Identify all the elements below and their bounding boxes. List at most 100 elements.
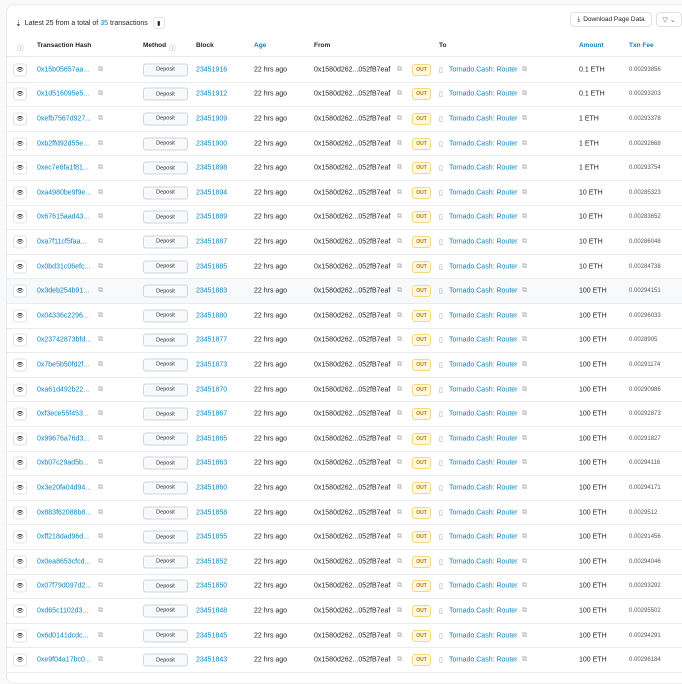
copy-icon[interactable]: ⧉ [397, 66, 402, 74]
to-address-link[interactable]: Tornado.Cash: Router [449, 263, 517, 270]
tx-hash-link[interactable]: 0x07f79d097d2... [37, 583, 91, 590]
sort-icon[interactable]: ⇣ [15, 19, 22, 28]
block-link[interactable]: 23451852 [196, 558, 227, 565]
block-link[interactable]: 23451860 [196, 484, 227, 491]
copy-icon[interactable]: ⧉ [98, 656, 103, 664]
block-link[interactable]: 23451855 [196, 534, 227, 541]
tx-hash-link[interactable]: 0xff218dad96d... [37, 534, 89, 541]
copy-icon[interactable]: ⧉ [98, 336, 103, 344]
tx-hash-link[interactable]: 0x0ea8653cfcd... [37, 558, 90, 565]
block-link[interactable]: 23451873 [196, 361, 227, 368]
tx-hash-link[interactable]: 0x99676a76d3... [37, 435, 89, 442]
copy-icon[interactable]: ⧉ [98, 558, 103, 566]
block-link[interactable]: 23451900 [196, 140, 227, 147]
block-link[interactable]: 23451880 [196, 312, 227, 319]
copy-icon[interactable]: ⧉ [397, 582, 402, 590]
block-link[interactable]: 23451883 [196, 288, 227, 295]
tx-hash-link[interactable]: 0x883f62088b8... [37, 509, 91, 516]
copy-icon[interactable]: ⧉ [98, 607, 103, 615]
copy-icon[interactable]: ⧉ [397, 632, 402, 640]
block-link[interactable]: 23451865 [196, 435, 227, 442]
eye-icon[interactable]: 👁 [13, 260, 27, 274]
copy-icon[interactable]: ⧉ [397, 263, 402, 271]
to-address-link[interactable]: Tornado.Cash: Router [449, 214, 517, 221]
copy-icon[interactable]: ⧉ [397, 238, 402, 246]
copy-icon[interactable]: ⧉ [522, 484, 527, 492]
copy-icon[interactable]: ⧉ [397, 386, 402, 394]
tx-hash-link[interactable]: 0x04336c2296... [37, 312, 89, 319]
eye-icon[interactable]: 👁 [13, 210, 27, 224]
to-address-link[interactable]: Tornado.Cash: Router [449, 140, 517, 147]
copy-icon[interactable]: ⧉ [522, 435, 527, 443]
eye-icon[interactable]: 👁 [13, 432, 27, 446]
copy-icon[interactable]: ⧉ [522, 66, 527, 74]
to-address-link[interactable]: Tornado.Cash: Router [449, 411, 517, 418]
copy-icon[interactable]: ⧉ [98, 484, 103, 492]
tx-hash-link[interactable]: 0x3deb254b91... [37, 288, 89, 295]
copy-icon[interactable]: ⧉ [522, 632, 527, 640]
copy-icon[interactable]: ⧉ [397, 287, 402, 295]
copy-icon[interactable]: ⧉ [522, 287, 527, 295]
copy-icon[interactable]: ⧉ [522, 656, 527, 664]
eye-icon[interactable]: 👁 [13, 333, 27, 347]
to-address-link[interactable]: Tornado.Cash: Router [449, 583, 517, 590]
block-link[interactable]: 23451877 [196, 337, 227, 344]
copy-icon[interactable]: ⧉ [397, 607, 402, 615]
copy-icon[interactable]: ⧉ [522, 164, 527, 172]
to-address-link[interactable]: Tornado.Cash: Router [449, 361, 517, 368]
copy-icon[interactable]: ⧉ [522, 90, 527, 98]
tx-hash-link[interactable]: 0xb2ffd92d55e... [37, 140, 89, 147]
copy-icon[interactable]: ⧉ [397, 115, 402, 123]
tx-hash-link[interactable]: 0x23742873bfd... [37, 337, 91, 344]
copy-icon[interactable]: ⧉ [397, 509, 402, 517]
copy-icon[interactable]: ⧉ [98, 533, 103, 541]
block-link[interactable]: 23451885 [196, 263, 227, 270]
block-link[interactable]: 23451889 [196, 214, 227, 221]
copy-icon[interactable]: ⧉ [397, 164, 402, 172]
tx-hash-link[interactable]: 0xe9f04a17bc0... [37, 657, 91, 664]
copy-icon[interactable]: ⧉ [98, 115, 103, 123]
copy-icon[interactable]: ⧉ [397, 336, 402, 344]
copy-icon[interactable]: ⧉ [98, 312, 103, 320]
eye-icon[interactable]: 👁 [13, 456, 27, 470]
copy-icon[interactable]: ⧉ [522, 140, 527, 148]
filter-button[interactable]: ▽ ⌄ [656, 12, 682, 27]
copy-icon[interactable]: ⧉ [522, 263, 527, 271]
eye-icon[interactable]: 👁 [13, 63, 27, 77]
copy-icon[interactable]: ⧉ [397, 312, 402, 320]
block-link[interactable]: 23451894 [196, 189, 227, 196]
eye-icon[interactable]: 👁 [13, 87, 27, 101]
eye-icon[interactable]: 👁 [13, 604, 27, 618]
to-address-link[interactable]: Tornado.Cash: Router [449, 288, 517, 295]
copy-icon[interactable]: ⧉ [397, 533, 402, 541]
to-address-link[interactable]: Tornado.Cash: Router [449, 66, 517, 73]
to-address-link[interactable]: Tornado.Cash: Router [449, 337, 517, 344]
tx-hash-link[interactable]: 0x15b05657aa... [37, 66, 89, 73]
copy-icon[interactable]: ⧉ [98, 361, 103, 369]
to-address-link[interactable]: Tornado.Cash: Router [449, 460, 517, 467]
eye-icon[interactable]: 👁 [13, 481, 27, 495]
eye-icon[interactable]: 👁 [13, 407, 27, 421]
copy-icon[interactable]: ⧉ [522, 582, 527, 590]
block-link[interactable]: 23451909 [196, 115, 227, 122]
copy-icon[interactable]: ⧉ [98, 66, 103, 74]
eye-icon[interactable]: 👁 [13, 309, 27, 323]
copy-icon[interactable]: ⧉ [98, 238, 103, 246]
tx-hash-link[interactable]: 0x1d516095e5... [37, 91, 89, 98]
eye-icon[interactable]: 👁 [13, 358, 27, 372]
tx-hash-link[interactable]: 0xa7f11cf5faa... [37, 238, 86, 245]
copy-icon[interactable]: ⧉ [98, 582, 103, 590]
copy-icon[interactable]: ⧉ [98, 287, 103, 295]
copy-icon[interactable]: ⧉ [522, 459, 527, 467]
eye-icon[interactable]: 👁 [13, 653, 27, 667]
copy-icon[interactable]: ⧉ [522, 115, 527, 123]
copy-icon[interactable]: ⧉ [98, 632, 103, 640]
block-link[interactable]: 23451916 [196, 66, 227, 73]
copy-icon[interactable]: ⧉ [397, 656, 402, 664]
copy-icon[interactable]: ⧉ [397, 140, 402, 148]
copy-icon[interactable]: ⧉ [98, 189, 103, 197]
copy-icon[interactable]: ⧉ [397, 558, 402, 566]
tx-hash-link[interactable]: 0x3e20fa04d94... [37, 484, 91, 491]
copy-icon[interactable]: ⧉ [522, 386, 527, 394]
eye-icon[interactable]: 👁 [13, 530, 27, 544]
